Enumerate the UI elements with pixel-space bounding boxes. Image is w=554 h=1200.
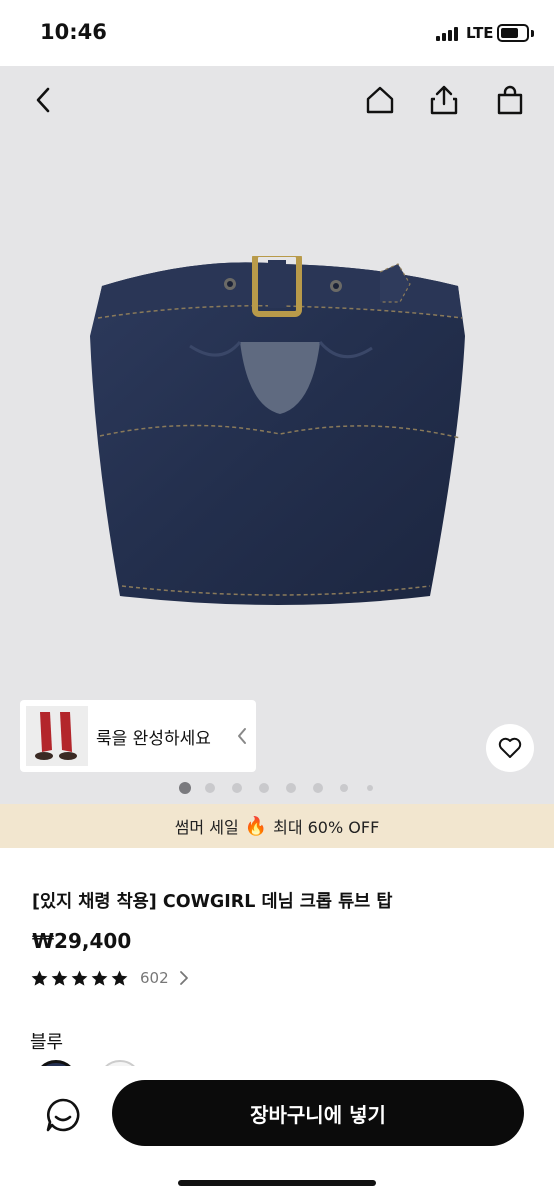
star-icon [111, 970, 128, 986]
back-button[interactable] [24, 80, 64, 120]
carousel-dot[interactable] [259, 783, 269, 793]
product-image [90, 256, 465, 605]
status-bar: 10:46 LTE [0, 0, 554, 66]
chevron-right-icon [179, 971, 188, 985]
product-gallery[interactable]: 룩을 완성하세요 [0, 66, 554, 804]
chat-button[interactable] [38, 1090, 88, 1140]
battery-icon [497, 24, 529, 42]
leg-warmers-image [26, 706, 88, 766]
product-price: ₩29,400 [32, 929, 132, 953]
color-label: 블루 [30, 1032, 64, 1053]
complete-look-label: 룩을 완성하세요 [96, 728, 211, 749]
heart-icon [498, 737, 522, 758]
product-title: [있지 채령 착용] COWGIRL 데님 크롭 튜브 탑 [32, 892, 393, 912]
carousel-dot[interactable] [205, 783, 215, 793]
chevron-left-icon [36, 87, 50, 113]
carousel-dot[interactable] [286, 783, 296, 793]
rating-stars [30, 969, 130, 988]
promo-discount: 최대 60% OFF [273, 818, 380, 837]
carousel-dot[interactable] [232, 783, 242, 793]
share-button[interactable] [424, 80, 464, 120]
shopping-bag-icon [497, 85, 523, 115]
wishlist-button[interactable] [486, 724, 534, 772]
carousel-dot[interactable] [367, 785, 373, 791]
fire-icon: 🔥 [244, 815, 268, 837]
signal-icon [436, 27, 462, 41]
home-button[interactable] [360, 80, 400, 120]
promo-banner[interactable]: 썸머 세일 🔥 최대 60% OFF [0, 804, 554, 848]
chat-icon [46, 1098, 80, 1132]
network-label: LTE [466, 24, 494, 42]
carousel-dot[interactable] [340, 784, 348, 792]
review-count: 602 [140, 969, 169, 987]
bottom-action-bar: 장바구니에 넣기 [0, 1066, 554, 1200]
battery-cap [531, 30, 534, 37]
carousel-indicator[interactable] [0, 780, 554, 796]
carousel-dot[interactable] [179, 782, 191, 794]
chevron-left-icon [238, 728, 246, 744]
cart-button[interactable] [490, 80, 530, 120]
star-icon [31, 970, 48, 986]
home-icon [366, 86, 394, 114]
star-icon [91, 970, 108, 986]
star-icon [71, 970, 88, 986]
home-indicator [178, 1180, 376, 1186]
add-to-cart-button[interactable]: 장바구니에 넣기 [112, 1080, 524, 1146]
carousel-dot[interactable] [313, 783, 323, 793]
star-icon [51, 970, 68, 986]
look-thumbnail [26, 706, 88, 766]
promo-text: 썸머 세일 [174, 818, 239, 837]
rating-row[interactable]: 602 [30, 966, 189, 990]
complete-look-card[interactable]: 룩을 완성하세요 [20, 700, 256, 772]
status-time: 10:46 [40, 20, 107, 44]
share-icon [430, 85, 458, 115]
